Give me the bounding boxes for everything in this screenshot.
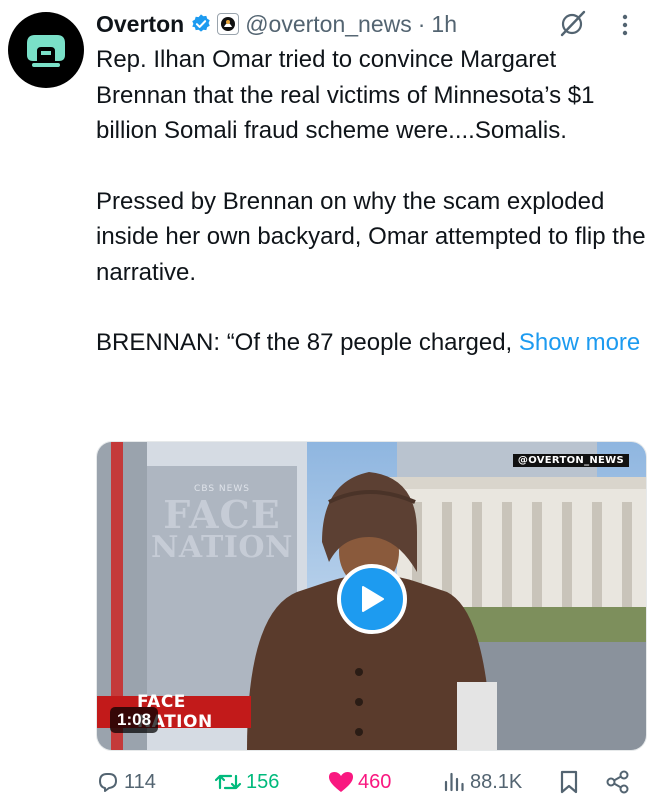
reply-count: 114 xyxy=(124,770,156,793)
reply-button[interactable]: 114 xyxy=(96,762,156,802)
more-options-icon[interactable] xyxy=(618,10,632,40)
bookmark-button[interactable] xyxy=(558,762,584,802)
tweet-paragraph: Rep. Ilhan Omar tried to convince Margar… xyxy=(96,46,595,144)
repost-icon xyxy=(214,774,242,790)
views-count: 88.1K xyxy=(470,770,523,793)
tweet-paragraph: Pressed by Brennan on why the scam explo… xyxy=(96,187,646,286)
views-icon xyxy=(444,772,464,792)
share-button[interactable] xyxy=(605,762,635,802)
quote-text: BRENNAN: “Of the 87 people charged, xyxy=(96,329,513,356)
tweet-paragraph: BRENNAN: “Of the 87 people charged, Show… xyxy=(96,325,646,361)
tweet-timestamp[interactable]: 1h xyxy=(431,11,457,38)
overton-logo-icon xyxy=(27,35,65,67)
header-separator: · xyxy=(417,10,426,37)
play-button[interactable] xyxy=(337,564,407,634)
video-watermark: @OVERTON_NEWS xyxy=(512,454,629,467)
author-handle[interactable]: @overton_news xyxy=(245,11,412,38)
repost-count: 156 xyxy=(246,770,280,793)
grok-icon[interactable] xyxy=(558,8,588,38)
verified-badge-icon[interactable] xyxy=(190,13,212,35)
set-sign-face: FACE xyxy=(163,492,281,537)
tweet-text: Rep. Ilhan Omar tried to convince Margar… xyxy=(96,42,646,361)
tweet-header: Overton @overton_news · 1h xyxy=(96,8,457,40)
heart-icon xyxy=(329,772,353,792)
tweet-actions: 114 156 460 88.1K xyxy=(0,762,664,802)
set-sign: CBS NEWS FACE NATION xyxy=(147,466,297,706)
affiliate-badge-icon[interactable] xyxy=(217,13,240,35)
like-count: 460 xyxy=(358,770,392,793)
repost-button[interactable]: 156 xyxy=(214,762,279,802)
avatar[interactable] xyxy=(8,12,84,88)
video-player[interactable]: CBS NEWS FACE NATION @OVERTON_NEWS FACE … xyxy=(96,441,647,751)
show-more-link[interactable]: Show more xyxy=(519,329,640,356)
author-name[interactable]: Overton xyxy=(96,11,184,38)
reply-icon xyxy=(99,773,117,792)
bookmark-icon xyxy=(560,770,578,794)
video-duration: 1:08 xyxy=(110,707,159,733)
like-button[interactable]: 460 xyxy=(328,762,391,802)
share-icon xyxy=(606,770,629,794)
play-icon xyxy=(362,586,384,612)
set-sign-nation: NATION xyxy=(151,530,293,565)
views-button[interactable]: 88.1K xyxy=(442,762,522,802)
